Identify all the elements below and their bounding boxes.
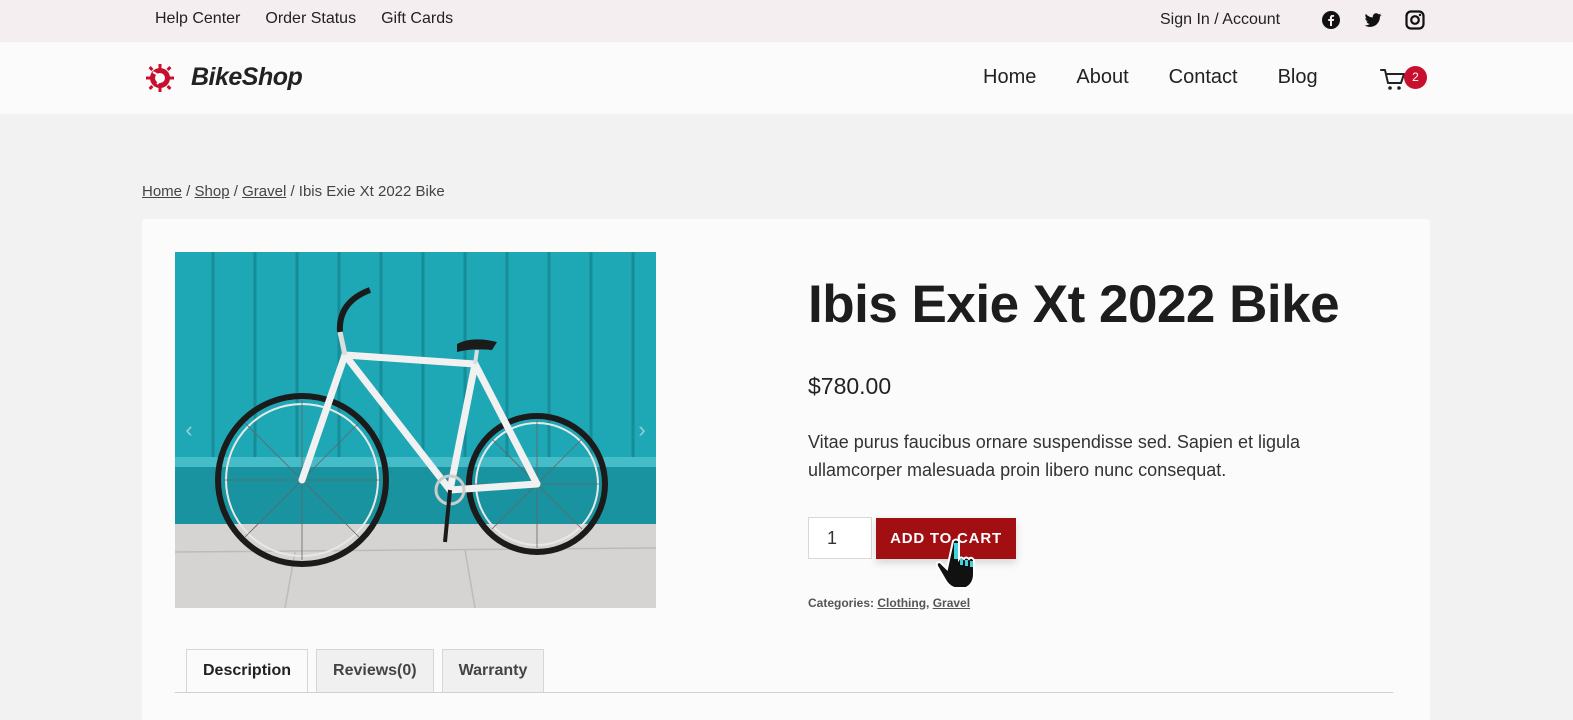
tab-reviews[interactable]: Reviews(0) [316, 649, 434, 692]
breadcrumb-current: Ibis Exie Xt 2022 Bike [298, 183, 445, 200]
order-status-link[interactable]: Order Status [265, 10, 356, 28]
quantity-input[interactable]: 1 [808, 517, 872, 559]
account-link[interactable]: Account [1222, 11, 1280, 28]
facebook-icon[interactable] [1321, 10, 1343, 32]
nav-home[interactable]: Home [983, 66, 1036, 89]
breadcrumb-separator: / [286, 183, 299, 200]
breadcrumb-home[interactable]: Home [142, 183, 182, 200]
top-utility-bar: Help Center Order Status Gift Cards Sign… [0, 0, 1573, 42]
gift-cards-link[interactable]: Gift Cards [381, 10, 453, 28]
bike-photo [175, 252, 656, 608]
sign-in-link[interactable]: Sign In [1160, 11, 1210, 28]
breadcrumb-separator: / [229, 183, 243, 200]
brand-logo[interactable]: BikeShop [143, 60, 303, 94]
product-categories: Categories: Clothing, Gravel [808, 596, 971, 610]
categories-label: Categories: [808, 596, 875, 610]
cart-button[interactable]: 2 [1380, 66, 1430, 94]
nav-about[interactable]: About [1076, 66, 1128, 89]
gallery-prev-arrow-icon[interactable]: ‹ [175, 410, 203, 450]
gallery-next-arrow-icon[interactable]: › [628, 410, 656, 450]
sign-in-separator: / [1209, 11, 1223, 28]
instagram-icon[interactable] [1405, 10, 1427, 32]
main-nav: Home About Contact Blog [983, 66, 1318, 89]
social-links [1321, 10, 1427, 32]
sign-in-account[interactable]: Sign In / Account [1160, 11, 1280, 29]
cart-icon [1380, 69, 1405, 90]
category-clothing-link[interactable]: Clothing [877, 596, 926, 610]
hand-pointer-cursor-icon [936, 538, 975, 589]
category-gravel-link[interactable]: Gravel [933, 596, 970, 610]
product-title: Ibis Exie Xt 2022 Bike [808, 275, 1340, 334]
twitter-icon[interactable] [1363, 10, 1385, 32]
cart-count-badge: 2 [1404, 66, 1427, 89]
tab-warranty[interactable]: Warranty [441, 649, 545, 692]
brand-name: BikeShop [191, 62, 303, 91]
main-header: BikeShop Home About Contact Blog 2 [0, 42, 1573, 114]
utility-links: Help Center Order Status Gift Cards [155, 10, 453, 28]
breadcrumb-gravel[interactable]: Gravel [242, 183, 286, 200]
help-center-link[interactable]: Help Center [155, 10, 240, 28]
nav-contact[interactable]: Contact [1169, 66, 1238, 89]
product-price: $780.00 [808, 373, 892, 399]
tabs-divider [175, 692, 1393, 693]
bike-gear-logo-icon [146, 64, 174, 92]
breadcrumb: Home / Shop / Gravel / Ibis Exie Xt 2022… [142, 183, 445, 200]
product-tabs: Description Reviews(0) Warranty [186, 649, 545, 693]
product-image[interactable] [175, 252, 656, 608]
breadcrumb-separator: / [182, 183, 195, 200]
product-short-description: Vitae purus faucibus ornare suspendisse … [808, 432, 1300, 480]
breadcrumb-shop[interactable]: Shop [195, 183, 230, 200]
tab-description[interactable]: Description [186, 649, 309, 693]
nav-blog[interactable]: Blog [1278, 66, 1318, 89]
